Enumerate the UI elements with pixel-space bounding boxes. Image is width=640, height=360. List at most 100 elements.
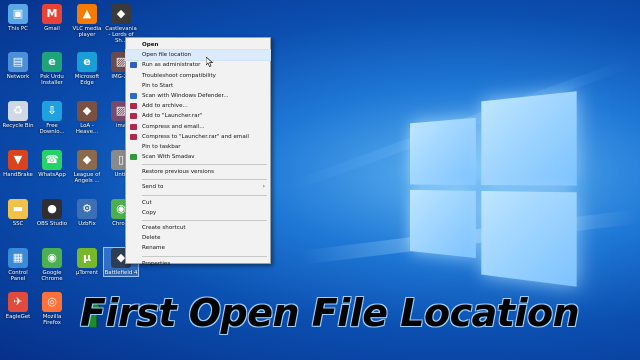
menu-item-rename[interactable]: Rename [126,243,270,253]
menu-item-label: Pin to Start [142,82,174,89]
desktop-icon-label: Microsoft Edge [74,74,100,87]
desktop-icon-label: UzbFix [78,221,96,227]
menu-item-scan-with-windows-defender[interactable]: Scan with Windows Defender... [126,91,270,101]
desktop-icon[interactable]: ● OBS Studio [35,199,69,227]
utorrent-icon: µ [77,248,97,268]
menu-item-label: Delete [142,235,161,242]
desktop-icon[interactable]: µ µTorrent [70,248,104,276]
menu-item-scan-with-smadav[interactable]: Scan With Smadav [126,152,270,162]
menu-item-compress-and-email[interactable]: Compress and email... [126,122,270,132]
desktop-icon[interactable]: ☎ WhatsApp [35,150,69,178]
menu-item-label: Compress and email... [142,123,205,130]
windows-logo-pane [409,189,476,259]
tutorial-caption: First Open File Location [80,291,580,335]
desktop-icon[interactable]: ▣ This PC [1,4,35,32]
chevron-right-icon: › [262,183,265,191]
desktop-icon[interactable]: ▤ Network [1,52,35,80]
tool-icon: ⚙ [77,199,97,219]
menu-item-compress-to-launcher-rar-and-email[interactable]: Compress to "Launcher.rar" and email [126,132,270,142]
desktop-icon[interactable]: ⇩ Free Downlo... [35,101,69,135]
chrome-icon: ◉ [42,248,62,268]
windows-logo [409,84,579,287]
menu-item-cut[interactable]: Cut [126,198,270,208]
desktop-icon[interactable]: e Microsoft Edge [70,52,104,86]
menu-item-label: Add to "Launcher.rar" [142,113,203,120]
menu-item-add-to-archive[interactable]: Add to archive... [126,101,270,111]
desktop-icon-label: SSC [12,221,24,227]
desktop-icon[interactable]: e Psk Urdu Installer [35,52,69,86]
context-menu: Open Open file location Run as administrat… [125,37,271,267]
desktop-icon-label: OBS Studio [36,221,68,227]
desktop-icon[interactable]: ◆ LoA - Heave... [70,101,104,135]
desktop-icon[interactable]: ◉ Google Chrome [35,248,69,282]
menu-item-label: Scan with Windows Defender... [142,92,229,99]
menu-item-properties[interactable]: Properties [126,259,270,269]
desktop-icon-label: Control Panel [8,270,28,283]
defender-icon [130,92,137,99]
folder-icon: ▬ [8,199,28,219]
menu-item-open[interactable]: Open [126,40,270,50]
menu-item-label: Scan With Smadav [142,154,195,161]
desktop-icon-label: WhatsApp [38,172,66,178]
vlc-icon: ▲ [77,4,97,24]
menu-item-label: Pin to taskbar [142,143,181,150]
menu-item-delete[interactable]: Delete [126,233,270,243]
menu-separator [142,220,267,221]
menu-item-add-to-launcher-rar[interactable]: Add to "Launcher.rar" [126,111,270,121]
desktop-icon[interactable]: M Gmail [35,4,69,32]
menu-item-troubleshoot-compatibility[interactable]: Troubleshoot compatibility [126,71,270,81]
menu-item-label: Rename [142,245,165,252]
desktop-icon-label: Free Downlo... [39,123,65,136]
desktop-icon-label: Google Chrome [41,270,63,283]
winrar-icon [130,123,137,130]
desktop-icon-label: Network [6,74,30,80]
winrar-icon [130,133,137,140]
desktop-icon[interactable]: ⚙ UzbFix [70,199,104,227]
game-cover-icon: ◆ [77,150,97,170]
desktop-icon[interactable]: ▲ VLC media player [70,4,104,38]
desktop-icon[interactable]: ▼ HandBrake [1,150,35,178]
desktop-icon-label: Recycle Bin [2,123,34,129]
desktop-icon-label: This PC [8,26,28,32]
menu-separator [142,179,267,181]
game-cover-icon: ◆ [111,4,131,24]
desktop-icon-label: Gmail [44,26,60,32]
menu-separator [142,164,267,166]
desktop-icon-label: League of Angels ... [73,172,101,185]
menu-item-label: Compress to "Launcher.rar" and email [142,133,249,140]
desktop-icon[interactable]: ◆ League of Angels ... [70,150,104,184]
handbrake-icon: ▼ [8,150,28,170]
menu-item-restore-previous-versions[interactable]: Restore previous versions [126,167,270,177]
obs-icon: ● [42,199,62,219]
menu-item-pin-to-taskbar[interactable]: Pin to taskbar [126,142,270,152]
windows-logo-pane [481,91,577,186]
menu-separator [142,194,267,196]
windows-logo-pane [409,117,476,185]
winrar-icon [130,103,137,110]
menu-item-label: Open file location [142,52,192,59]
winrar-icon [130,113,137,120]
menu-item-send-to[interactable]: Send to › [126,182,270,192]
control-panel-icon: ▦ [8,248,28,268]
game-cover-icon: ◆ [77,101,97,121]
desktop-icon-label: EagleGet [5,314,31,320]
menu-item-create-shortcut[interactable]: Create shortcut [126,223,270,233]
menu-item-open-file-location[interactable]: Open file location [125,49,271,62]
menu-item-run-as-administrator[interactable]: Run as administrator [126,60,270,70]
menu-item-label: Create shortcut [142,225,186,231]
menu-item-copy[interactable]: Copy [126,208,270,218]
gmail-icon: M [42,4,62,24]
desktop-icon[interactable]: ♻ Recycle Bin [1,101,35,129]
desktop-icon[interactable]: ▦ Control Panel [1,248,35,282]
edge-icon: e [42,52,62,72]
desktop-icon-label: µTorrent [75,270,99,276]
menu-item-label: Copy [142,209,157,216]
desktop-icon[interactable]: ✈ EagleGet [1,292,35,320]
menu-item-label: Open [142,42,159,48]
desktop-icon[interactable]: ▬ SSC [1,199,35,227]
desktop-icon[interactable]: ◎ Mozilla Firefox [35,292,69,326]
edge-icon: e [77,52,97,72]
menu-item-pin-to-start[interactable]: Pin to Start [126,81,270,91]
eagleget-icon: ✈ [8,292,28,312]
desktop-icon-label: LoA - Heave... [75,123,99,136]
